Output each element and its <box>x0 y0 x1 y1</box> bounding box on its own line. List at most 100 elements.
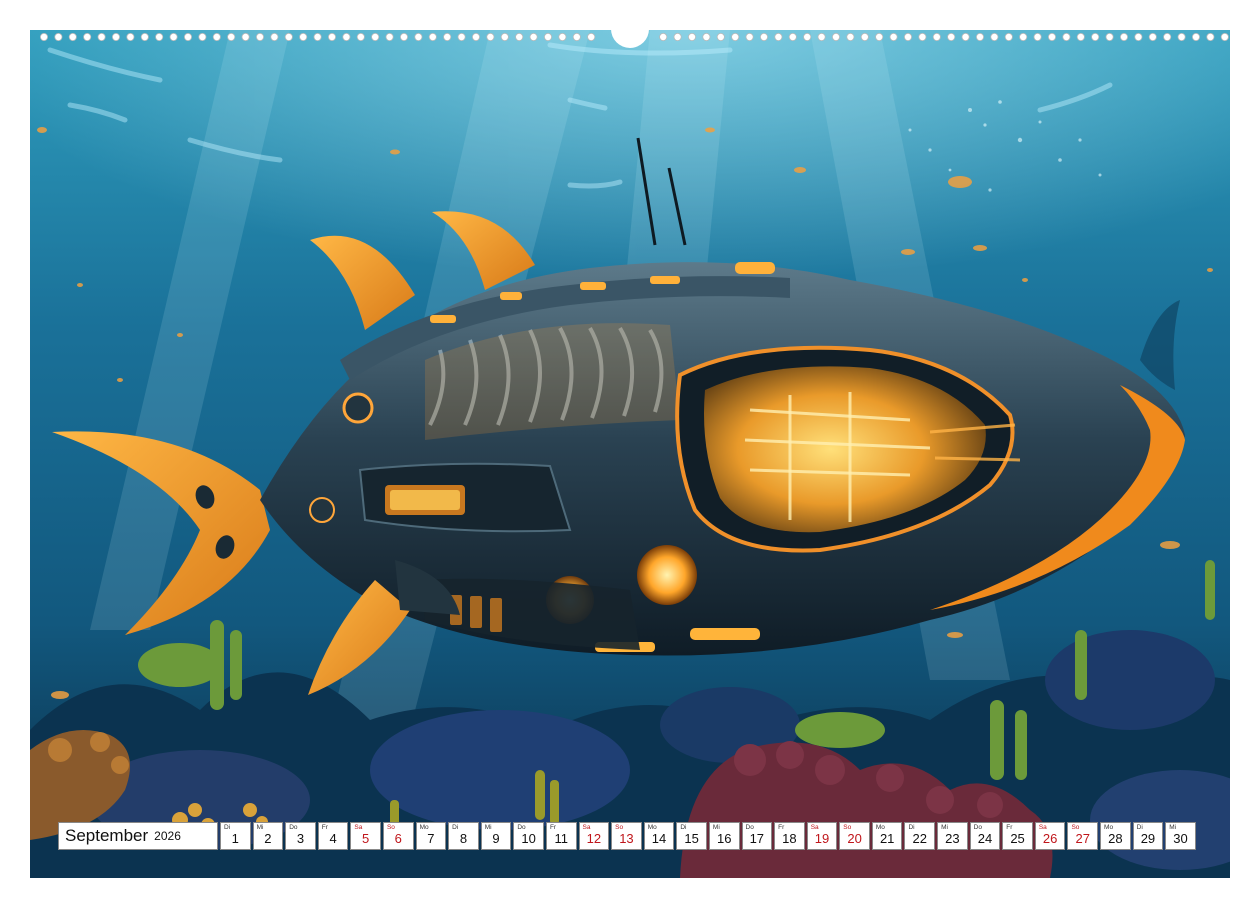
binding-ring <box>270 33 279 41</box>
weekday-label: Do <box>745 824 754 831</box>
day-number: 20 <box>847 831 862 846</box>
binding-ring <box>443 33 452 41</box>
weekday-label: So <box>1071 824 1080 831</box>
binding-ring <box>1076 33 1085 41</box>
binding-ring <box>471 33 480 41</box>
day-cell: So 20 <box>839 822 870 850</box>
day-cell: Do 17 <box>741 822 773 850</box>
day-cell: Mi 9 <box>480 822 512 850</box>
day-cell: Sa 19 <box>806 822 838 850</box>
binding-ring <box>904 33 913 41</box>
day-cell: So 6 <box>382 822 414 850</box>
day-number: 6 <box>394 831 402 846</box>
day-cell: Fr 18 <box>774 822 805 850</box>
binding-ring <box>1220 33 1229 41</box>
weekday-label: Di <box>224 824 231 831</box>
weekday-label: Mo <box>875 824 885 831</box>
day-number: 22 <box>912 831 927 846</box>
day-cell: Do 3 <box>285 822 316 850</box>
weekday-label: Di <box>1136 824 1143 831</box>
day-cell: Di 1 <box>220 822 251 850</box>
binding-ring <box>1163 33 1172 41</box>
day-number: 29 <box>1140 831 1156 846</box>
binding-ring <box>529 33 538 41</box>
binding-ring <box>875 33 884 41</box>
day-cell: Mi 16 <box>708 822 740 850</box>
day-cell: Di 22 <box>904 822 936 850</box>
day-number: 30 <box>1173 831 1188 846</box>
weekday-label: Sa <box>354 824 363 831</box>
weekday-label: So <box>843 824 852 831</box>
binding-ring <box>1120 33 1129 41</box>
binding-ring <box>860 33 869 41</box>
day-number: 5 <box>362 831 370 846</box>
binding-ring <box>558 33 567 41</box>
day-number: 16 <box>716 831 732 846</box>
binding-ring <box>327 33 336 41</box>
binding-ring <box>889 33 898 41</box>
day-number: 11 <box>554 831 568 846</box>
binding-ring <box>457 33 466 41</box>
day-cell: Sa 5 <box>350 822 381 850</box>
binding-ring <box>587 33 596 41</box>
binding-ring <box>803 33 812 41</box>
weekday-label: Mi <box>256 824 264 831</box>
binding-ring <box>183 33 192 41</box>
binding-ring <box>428 33 437 41</box>
day-number: 2 <box>264 831 272 846</box>
binding-ring <box>284 33 293 41</box>
day-number: 26 <box>1042 831 1058 846</box>
weekday-label: Di <box>908 824 915 831</box>
binding-ring <box>788 33 797 41</box>
weekday-label: So <box>386 824 395 831</box>
day-number: 21 <box>879 831 895 846</box>
weekday-label: Fr <box>778 824 785 831</box>
day-cell: Fr 25 <box>1002 822 1033 850</box>
day-cell: Di 8 <box>448 822 479 850</box>
weekday-label: Sa <box>1038 824 1047 831</box>
weekday-label: Di <box>680 824 687 831</box>
day-cell: Di 15 <box>676 822 707 850</box>
binding-ring <box>760 33 769 41</box>
binding-ring <box>702 33 711 41</box>
weekday-label: Mi <box>941 824 948 831</box>
binding-ring <box>774 33 783 41</box>
underwater-submarine-shark-artwork <box>30 30 1230 878</box>
weekday-label: Sa <box>810 824 819 831</box>
binding-ring <box>500 33 509 41</box>
day-number: 23 <box>945 831 960 846</box>
binding-ring <box>198 33 207 41</box>
day-number: 25 <box>1010 831 1025 846</box>
weekday-label: Di <box>452 824 459 831</box>
day-number: 12 <box>586 831 602 846</box>
binding-ring <box>486 33 495 41</box>
day-cell: Do 10 <box>513 822 544 850</box>
day-number: 15 <box>684 831 699 846</box>
day-number: 10 <box>521 831 536 846</box>
weekday-label: Mi <box>712 824 720 831</box>
day-number: 24 <box>977 831 993 846</box>
binding-ring <box>572 33 581 41</box>
weekday-label: Do <box>289 824 298 831</box>
weekday-label: So <box>615 824 624 831</box>
binding-ring <box>371 33 380 41</box>
binding-ring <box>731 33 740 41</box>
month-label-box: September 2026 <box>58 822 218 850</box>
binding-ring <box>846 33 855 41</box>
binding-ring <box>832 33 841 41</box>
binding-ring <box>961 33 970 41</box>
binding-ring <box>990 33 999 41</box>
weekday-label: Sa <box>582 824 591 831</box>
binding-ring <box>932 33 941 41</box>
day-cell: Mi 23 <box>937 822 968 850</box>
day-cell: Mi 30 <box>1165 822 1196 850</box>
day-cell: So 27 <box>1067 822 1099 850</box>
binding-ring <box>169 33 178 41</box>
day-cell: Mi 2 <box>252 822 284 850</box>
binding-ring <box>1048 33 1057 41</box>
binding-ring <box>356 33 365 41</box>
weekday-label: Do <box>517 824 526 831</box>
binding-ring <box>299 33 308 41</box>
binding-ring <box>515 33 524 41</box>
day-number: 1 <box>231 831 239 846</box>
